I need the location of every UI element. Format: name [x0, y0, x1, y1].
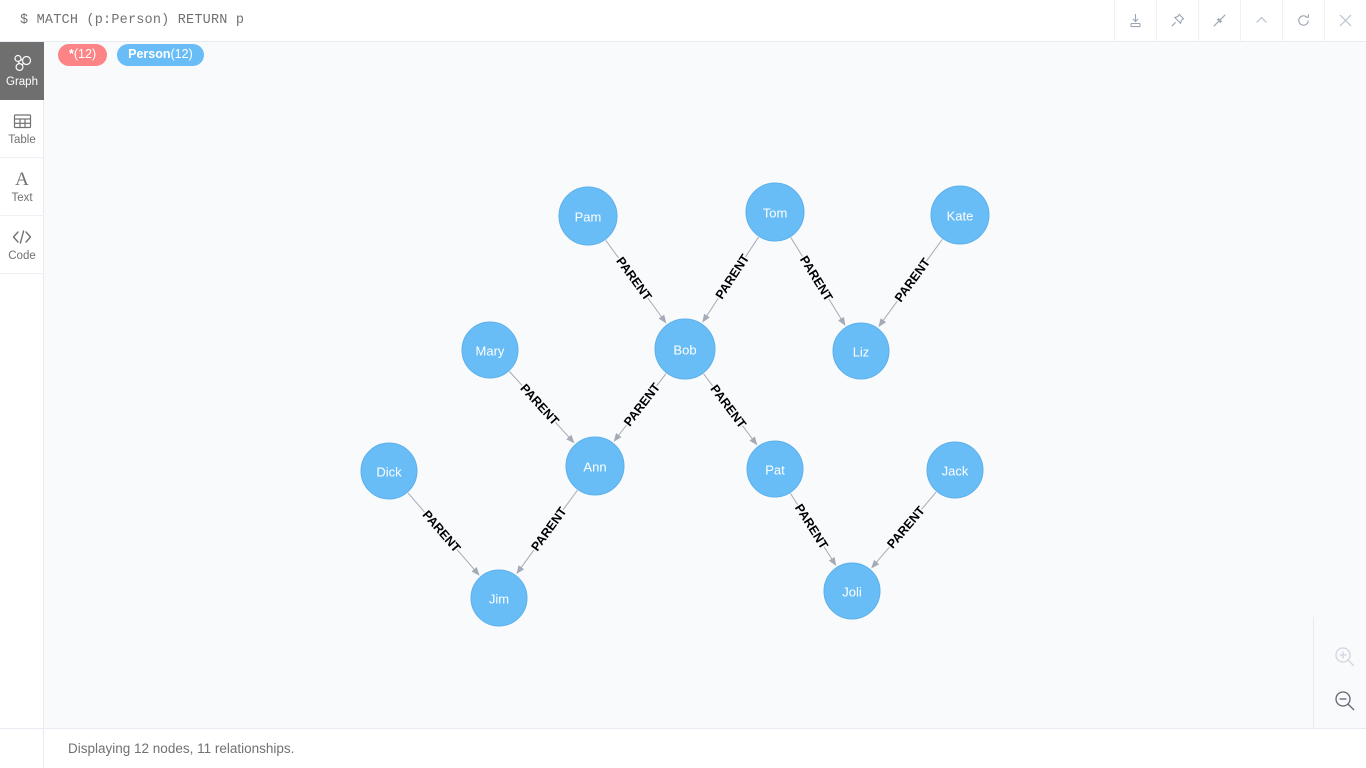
- relationship[interactable]: PARENT: [790, 237, 846, 326]
- sidebar-item-graph[interactable]: Graph: [0, 42, 44, 100]
- sidebar-item-text[interactable]: A Text: [0, 158, 44, 216]
- graph-visualization-panel[interactable]: *(12) Person(12) PARENT PARENT PARENT PAREN…: [44, 42, 1366, 728]
- relationship[interactable]: PARENT: [703, 373, 758, 446]
- query-actions: [1114, 0, 1366, 41]
- graph-node[interactable]: Tom: [745, 182, 805, 242]
- relationship-type-label: PARENT: [517, 381, 561, 428]
- zoom-out-icon[interactable]: [1330, 686, 1360, 716]
- graph-icon: [11, 52, 33, 74]
- legend-chip-person-count: (12): [170, 47, 193, 61]
- relationship[interactable]: PARENT: [790, 493, 837, 567]
- graph-node[interactable]: Pam: [558, 186, 618, 246]
- zoom-in-icon[interactable]: [1330, 642, 1360, 672]
- view-tool-rail: Graph Table A Text Code: [0, 42, 44, 728]
- legend-chip-person-name: Person: [128, 47, 171, 61]
- relationship[interactable]: PARENT: [878, 238, 943, 328]
- status-message: Displaying 12 nodes, 11 relationships.: [68, 740, 295, 756]
- relationship[interactable]: PARENT: [702, 236, 759, 323]
- query-text[interactable]: $ MATCH (p:Person) RETURN p: [0, 0, 1114, 41]
- graph-node[interactable]: Kate: [930, 185, 990, 245]
- relationship-type-label: PARENT: [707, 382, 749, 431]
- collapse-arrows-icon[interactable]: [1198, 0, 1240, 41]
- graph-node[interactable]: Jack: [926, 441, 984, 499]
- query-prompt: $: [20, 13, 29, 28]
- download-icon[interactable]: [1114, 0, 1156, 41]
- legend-chip-all-count: (12): [73, 47, 97, 61]
- sidebar-item-table-label: Table: [8, 134, 36, 146]
- relationship-type-label: PARENT: [529, 504, 570, 553]
- svg-text:A: A: [15, 169, 29, 190]
- legend: *(12) Person(12): [58, 44, 204, 66]
- legend-chip-person[interactable]: Person(12): [117, 44, 204, 66]
- relationship-type-label: PARENT: [713, 252, 753, 302]
- table-icon: [12, 110, 33, 132]
- graph-node[interactable]: Ann: [565, 436, 625, 496]
- relationship[interactable]: PARENT: [509, 371, 575, 444]
- query-string: MATCH (p:Person) RETURN p: [36, 13, 245, 28]
- graph-node[interactable]: Jim: [470, 569, 528, 627]
- relationship[interactable]: PARENT: [516, 489, 578, 575]
- relationship-type-label: PARENT: [613, 254, 654, 303]
- relationship-type-label: PARENT: [792, 502, 831, 552]
- graph-node[interactable]: Mary: [461, 321, 519, 379]
- relationship-layer: PARENT PARENT PARENT PARENT PARENT PARENT PARE…: [407, 236, 943, 576]
- relationship[interactable]: PARENT: [407, 492, 480, 576]
- graph-node[interactable]: Pat: [746, 440, 804, 498]
- relationship-type-label: PARENT: [797, 253, 836, 304]
- sidebar-item-code[interactable]: Code: [0, 216, 44, 274]
- code-icon: [10, 226, 34, 248]
- graph-node[interactable]: Joli: [823, 562, 881, 620]
- relationship[interactable]: PARENT: [605, 239, 667, 324]
- node-layer: Pam Tom Kate Mary Bob Liz Dick Ann Pat Jack Jim Jol…: [360, 182, 990, 627]
- status-bar: Displaying 12 nodes, 11 relationships.: [0, 728, 1366, 768]
- sidebar-item-table[interactable]: Table: [0, 100, 44, 158]
- chevron-up-icon[interactable]: [1240, 0, 1282, 41]
- sidebar-item-code-label: Code: [8, 250, 36, 262]
- sidebar-item-graph-label: Graph: [6, 76, 38, 88]
- relationship-type-label: PARENT: [621, 380, 663, 429]
- refresh-icon[interactable]: [1282, 0, 1324, 41]
- relationship-type-label: PARENT: [884, 503, 928, 551]
- zoom-controls: [1330, 642, 1360, 716]
- relationship-type-label: PARENT: [892, 255, 933, 304]
- pin-icon[interactable]: [1156, 0, 1198, 41]
- inspector-divider: [1313, 617, 1314, 728]
- graph-node[interactable]: Bob: [654, 318, 716, 380]
- text-icon: A: [11, 168, 33, 190]
- close-icon[interactable]: [1324, 0, 1366, 41]
- relationship[interactable]: PARENT: [613, 373, 667, 442]
- legend-chip-all[interactable]: *(12): [58, 44, 108, 66]
- query-bar: $ MATCH (p:Person) RETURN p: [0, 0, 1366, 42]
- relationship-type-label: PARENT: [420, 508, 464, 556]
- graph-canvas[interactable]: PARENT PARENT PARENT PARENT PARENT PARENT PARE…: [44, 42, 1366, 728]
- sidebar-item-text-label: Text: [11, 192, 33, 204]
- graph-node[interactable]: Dick: [360, 442, 418, 500]
- graph-node[interactable]: Liz: [832, 322, 890, 380]
- status-rail-stub: [0, 728, 44, 768]
- relationship[interactable]: PARENT: [871, 491, 937, 569]
